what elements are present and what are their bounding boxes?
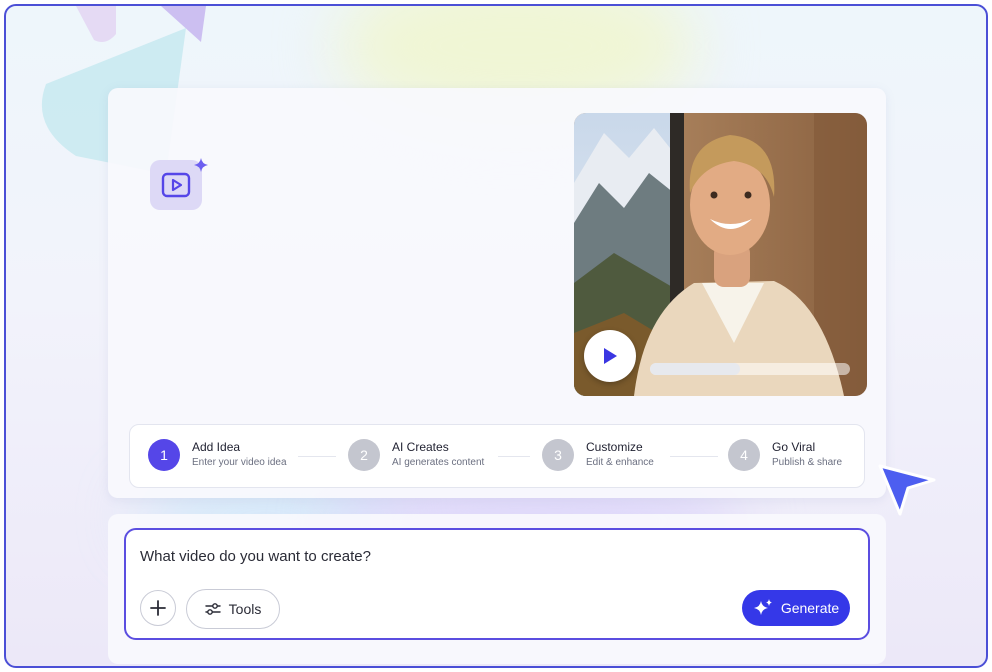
sparkle-icon: [194, 158, 208, 172]
step-ai-creates[interactable]: 2 AI Creates AI generates content: [348, 439, 484, 471]
step-connector: [298, 456, 336, 457]
app-frame: 1 Add Idea Enter your video idea 2 AI Cr…: [4, 4, 988, 668]
steps-bar: 1 Add Idea Enter your video idea 2 AI Cr…: [129, 424, 865, 488]
step-add-idea[interactable]: 1 Add Idea Enter your video idea: [148, 439, 287, 471]
step-number: 2: [348, 439, 380, 471]
step-go-viral[interactable]: 4 Go Viral Publish & share: [728, 439, 842, 471]
sliders-icon: [204, 603, 221, 615]
step-subtitle: Edit & enhance: [586, 457, 654, 468]
step-number: 3: [542, 439, 574, 471]
step-title: AI Creates: [392, 440, 449, 454]
tools-button[interactable]: Tools: [186, 589, 280, 629]
step-title: Go Viral: [772, 440, 816, 454]
step-connector: [670, 456, 718, 457]
step-number: 1: [148, 439, 180, 471]
step-number: 4: [728, 439, 760, 471]
sparkles-icon: [753, 599, 772, 615]
step-subtitle: AI generates content: [392, 457, 485, 468]
step-customize[interactable]: 3 Customize Edit & enhance: [542, 439, 654, 471]
hero-card: 1 Add Idea Enter your video idea 2 AI Cr…: [108, 88, 886, 498]
play-button[interactable]: [584, 330, 636, 382]
video-progress-bar[interactable]: [650, 363, 850, 375]
step-title: Add Idea: [192, 440, 241, 454]
prompt-input[interactable]: What video do you want to create?: [140, 548, 371, 565]
video-preview[interactable]: [574, 113, 867, 396]
plus-icon: [150, 600, 166, 616]
play-icon: [604, 348, 617, 364]
step-title: Customize: [586, 440, 643, 454]
tools-label: Tools: [228, 601, 262, 617]
generate-button[interactable]: Generate: [742, 590, 850, 626]
composer-card: What video do you want to create? Tools: [108, 514, 886, 664]
step-connector: [498, 456, 530, 457]
prompt-composer[interactable]: What video do you want to create? Tools: [124, 528, 870, 640]
add-button[interactable]: [140, 590, 176, 626]
step-subtitle: Enter your video idea: [192, 457, 287, 468]
step-subtitle: Publish & share: [772, 457, 843, 468]
video-progress-fill: [650, 363, 740, 375]
generate-label: Generate: [780, 600, 840, 616]
pointer-cursor-icon: [878, 464, 936, 516]
